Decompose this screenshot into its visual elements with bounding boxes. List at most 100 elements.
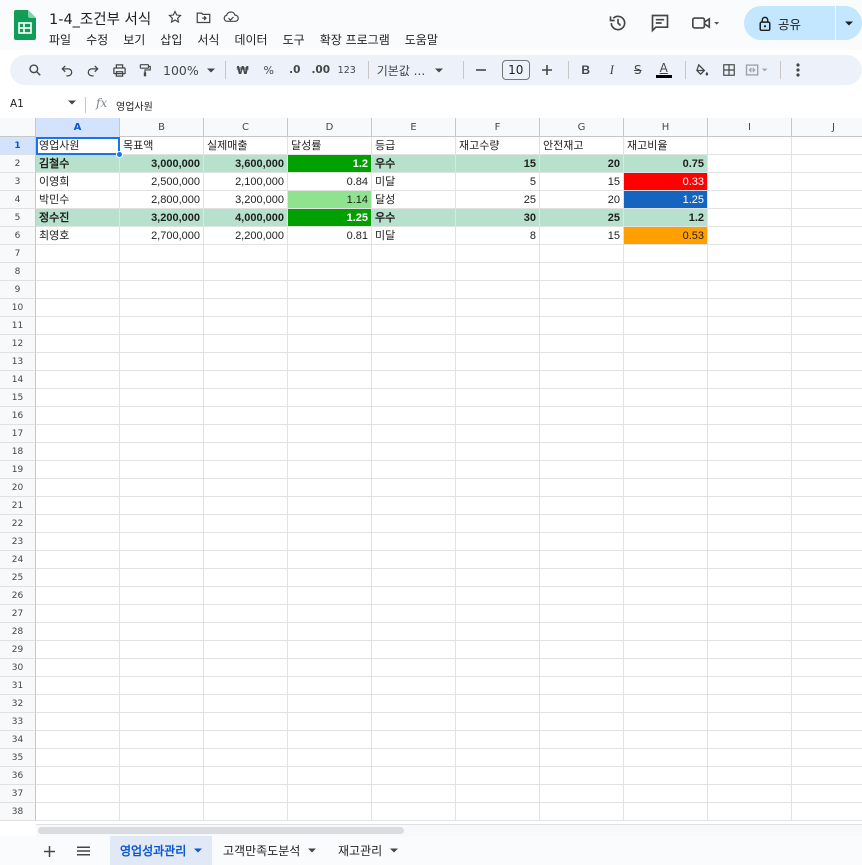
- cell-i24[interactable]: [708, 551, 792, 569]
- cloud-saved-icon[interactable]: [222, 8, 240, 26]
- cell-j1[interactable]: [792, 137, 862, 155]
- cell-g23[interactable]: [540, 533, 624, 551]
- cell-i6[interactable]: [708, 227, 792, 245]
- text-color-icon[interactable]: A: [653, 58, 675, 82]
- bold-icon[interactable]: B: [575, 58, 597, 82]
- increase-font-size-icon[interactable]: [536, 58, 558, 82]
- cell-a32[interactable]: [36, 695, 120, 713]
- cell-a29[interactable]: [36, 641, 120, 659]
- cell-b15[interactable]: [120, 389, 204, 407]
- cell-h19[interactable]: [624, 461, 708, 479]
- cell-h35[interactable]: [624, 749, 708, 767]
- cell-c10[interactable]: [204, 299, 288, 317]
- sheets-logo-icon[interactable]: [14, 10, 36, 40]
- cell-f22[interactable]: [456, 515, 540, 533]
- cell-e22[interactable]: [372, 515, 456, 533]
- cell-e19[interactable]: [372, 461, 456, 479]
- cell-j34[interactable]: [792, 731, 862, 749]
- cell-a31[interactable]: [36, 677, 120, 695]
- cell-d5[interactable]: 1.25: [288, 209, 372, 227]
- cell-g21[interactable]: [540, 497, 624, 515]
- cell-e6[interactable]: 미달: [372, 227, 456, 245]
- cell-f20[interactable]: [456, 479, 540, 497]
- cell-d4[interactable]: 1.14: [288, 191, 372, 209]
- cell-b26[interactable]: [120, 587, 204, 605]
- cell-j3[interactable]: [792, 173, 862, 191]
- cell-i20[interactable]: [708, 479, 792, 497]
- cell-b22[interactable]: [120, 515, 204, 533]
- cell-f21[interactable]: [456, 497, 540, 515]
- cell-e10[interactable]: [372, 299, 456, 317]
- cell-e13[interactable]: [372, 353, 456, 371]
- cell-g1[interactable]: 안전재고: [540, 137, 624, 155]
- cell-b30[interactable]: [120, 659, 204, 677]
- more-options-icon[interactable]: [787, 58, 809, 82]
- document-title[interactable]: 1-4_조건부 서식: [49, 8, 151, 29]
- cell-h20[interactable]: [624, 479, 708, 497]
- cell-b13[interactable]: [120, 353, 204, 371]
- cell-a27[interactable]: [36, 605, 120, 623]
- cell-b16[interactable]: [120, 407, 204, 425]
- column-header-a[interactable]: A: [36, 118, 120, 137]
- cell-c31[interactable]: [204, 677, 288, 695]
- cell-i7[interactable]: [708, 245, 792, 263]
- cell-b10[interactable]: [120, 299, 204, 317]
- cell-b35[interactable]: [120, 749, 204, 767]
- cell-f37[interactable]: [456, 785, 540, 803]
- cell-h32[interactable]: [624, 695, 708, 713]
- cell-f15[interactable]: [456, 389, 540, 407]
- cell-c15[interactable]: [204, 389, 288, 407]
- cell-c16[interactable]: [204, 407, 288, 425]
- cell-a3[interactable]: 이영희: [36, 173, 120, 191]
- column-header-b[interactable]: B: [120, 118, 204, 137]
- cell-j5[interactable]: [792, 209, 862, 227]
- cell-j11[interactable]: [792, 317, 862, 335]
- cell-a16[interactable]: [36, 407, 120, 425]
- cell-b1[interactable]: 목표액: [120, 137, 204, 155]
- cell-e8[interactable]: [372, 263, 456, 281]
- cell-g6[interactable]: 15: [540, 227, 624, 245]
- cell-b6[interactable]: 2,700,000: [120, 227, 204, 245]
- version-history-icon[interactable]: [602, 7, 634, 39]
- row-header-17[interactable]: 17: [0, 425, 36, 443]
- cell-c18[interactable]: [204, 443, 288, 461]
- row-header-9[interactable]: 9: [0, 281, 36, 299]
- cell-h37[interactable]: [624, 785, 708, 803]
- row-header-38[interactable]: 38: [0, 803, 36, 821]
- cell-b14[interactable]: [120, 371, 204, 389]
- cell-a5[interactable]: 정수진: [36, 209, 120, 227]
- cell-i19[interactable]: [708, 461, 792, 479]
- cell-j23[interactable]: [792, 533, 862, 551]
- cell-e14[interactable]: [372, 371, 456, 389]
- cell-j19[interactable]: [792, 461, 862, 479]
- cell-f13[interactable]: [456, 353, 540, 371]
- cell-b17[interactable]: [120, 425, 204, 443]
- cell-g15[interactable]: [540, 389, 624, 407]
- cell-i12[interactable]: [708, 335, 792, 353]
- cell-e37[interactable]: [372, 785, 456, 803]
- cell-b19[interactable]: [120, 461, 204, 479]
- cell-h7[interactable]: [624, 245, 708, 263]
- cell-g17[interactable]: [540, 425, 624, 443]
- cell-a8[interactable]: [36, 263, 120, 281]
- row-header-13[interactable]: 13: [0, 353, 36, 371]
- cell-g10[interactable]: [540, 299, 624, 317]
- cell-e26[interactable]: [372, 587, 456, 605]
- cell-d6[interactable]: 0.81: [288, 227, 372, 245]
- italic-icon[interactable]: I: [601, 58, 623, 82]
- cell-h33[interactable]: [624, 713, 708, 731]
- cell-i26[interactable]: [708, 587, 792, 605]
- cell-e29[interactable]: [372, 641, 456, 659]
- cell-j8[interactable]: [792, 263, 862, 281]
- cell-e31[interactable]: [372, 677, 456, 695]
- comments-icon[interactable]: [644, 7, 676, 39]
- cell-a17[interactable]: [36, 425, 120, 443]
- cell-g38[interactable]: [540, 803, 624, 821]
- cell-h36[interactable]: [624, 767, 708, 785]
- cell-f14[interactable]: [456, 371, 540, 389]
- cell-g27[interactable]: [540, 605, 624, 623]
- cell-c19[interactable]: [204, 461, 288, 479]
- cell-j6[interactable]: [792, 227, 862, 245]
- cell-d3[interactable]: 0.84: [288, 173, 372, 191]
- menu-edit[interactable]: 수정: [86, 31, 114, 48]
